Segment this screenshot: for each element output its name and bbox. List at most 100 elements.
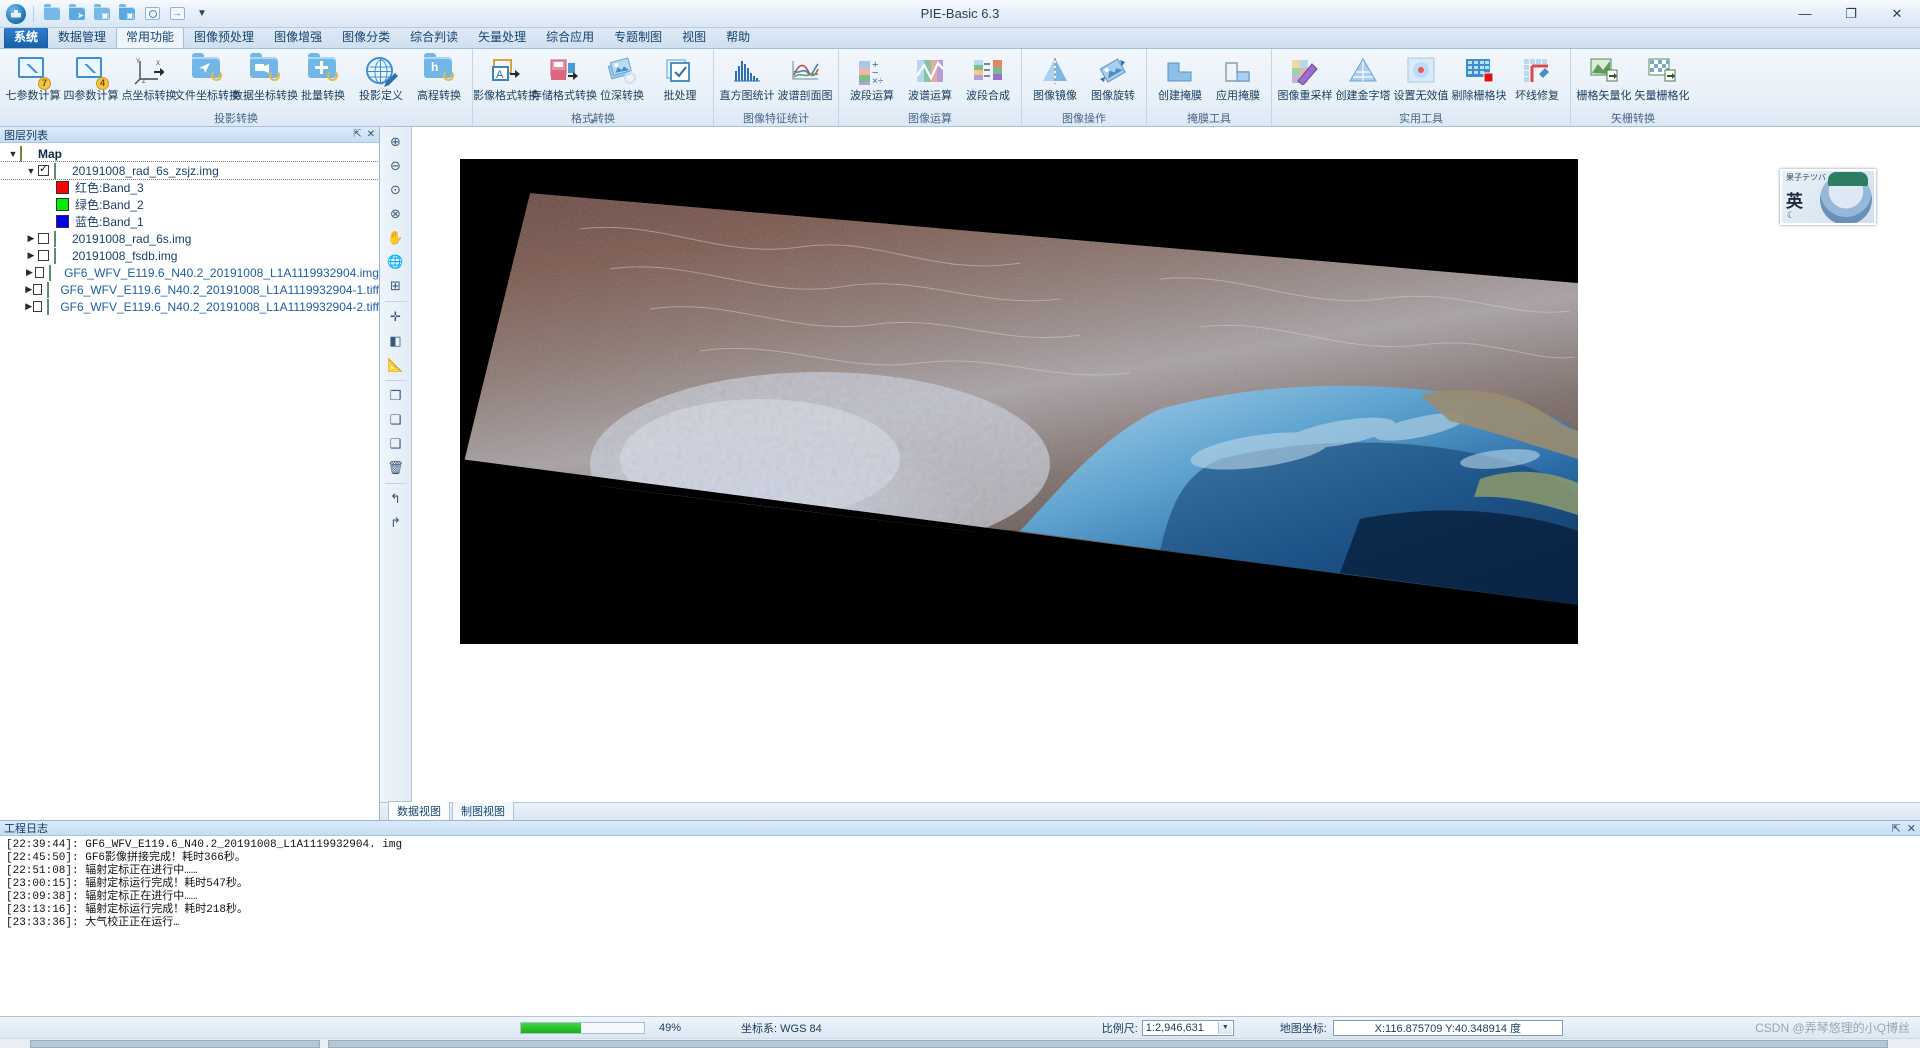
band-color-swatch[interactable]	[56, 215, 69, 228]
ribbon-tab-7[interactable]: 矢量处理	[468, 27, 536, 48]
chevron-right-icon[interactable]: ▶	[24, 301, 33, 312]
open-folder-button[interactable]: ➤	[66, 4, 88, 24]
ribbon-button-image-format[interactable]: A 影像格式转换	[473, 51, 539, 103]
ribbon-tab-2[interactable]: 常用功能	[116, 27, 185, 48]
ribbon-button-folder-arrow[interactable]: 文件坐标转换	[174, 51, 240, 103]
ribbon-button-bit-depth[interactable]: 位深转换	[593, 51, 651, 103]
layer-visibility-checkbox[interactable]	[38, 162, 49, 176]
layer-item-2[interactable]: ▶ 20191008_fsdb.img	[0, 247, 379, 264]
close-icon[interactable]: ✕	[367, 129, 375, 140]
ribbon-group-expand-icon[interactable]: ▼	[589, 117, 597, 126]
band-item-0-1[interactable]: 绿色:Band_2	[0, 196, 379, 213]
ribbon-button-spectral-math[interactable]: 波谱运算	[901, 51, 959, 103]
ribbon-tab-11[interactable]: 帮助	[716, 27, 760, 48]
ribbon-button-spectral-profile[interactable]: 波谱剖面图	[776, 51, 834, 103]
layer-visibility-checkbox[interactable]	[38, 250, 49, 261]
ribbon-button-folder-plus[interactable]: 批量转换	[294, 51, 352, 103]
map-canvas[interactable]: 果子テツバ 英 ☾	[412, 127, 1920, 802]
layer-tree-root[interactable]: ▼ Map	[0, 145, 379, 162]
view-tab-0[interactable]: 数据视图	[388, 801, 450, 820]
layer-tree[interactable]: ▼Map▼20191008_rad_6s_zsjz.img红色:Band_3绿色…	[0, 143, 379, 820]
zoom-to-layer-tool[interactable]: ⊙	[384, 179, 408, 201]
layer-view-tool[interactable]: ❏	[384, 409, 408, 431]
ribbon-tab-4[interactable]: 图像增强	[264, 27, 332, 48]
delete-tool[interactable]: 🗑	[384, 457, 408, 479]
ribbon-button-image-mirror[interactable]: 图像镜像	[1026, 51, 1084, 103]
pin-icon[interactable]: ⇱	[353, 129, 361, 140]
roam-tool[interactable]: ⊞	[384, 275, 408, 297]
ribbon-button-band-composite[interactable]: 波段合成	[959, 51, 1017, 103]
flicker-tool[interactable]: ◧	[384, 330, 408, 352]
chevron-down-icon[interactable]: ▼	[24, 166, 38, 176]
pin-icon[interactable]: ⇱	[1892, 822, 1901, 835]
clip-view-tool[interactable]: ❑	[384, 433, 408, 455]
map-canvas-container[interactable]: 果子テツバ 英 ☾	[412, 127, 1920, 802]
ribbon-button-apply-mask[interactable]: 应用掩膜	[1209, 51, 1267, 103]
ribbon-button-image-rotate[interactable]: 图像旋转	[1084, 51, 1142, 103]
ribbon-button-bad-line-repair[interactable]: 坏线修复	[1508, 51, 1566, 103]
layer-item-1[interactable]: ▶ 20191008_rad_6s.img	[0, 230, 379, 247]
ribbon-button-pyramid[interactable]: 创建金字塔	[1334, 51, 1392, 103]
zoom-in-tool[interactable]: ⊕	[384, 131, 408, 153]
band-color-swatch[interactable]	[56, 198, 69, 211]
ribbon-button-axes-transform[interactable]: Y X Z 点坐标转换	[120, 51, 178, 103]
close-button[interactable]: ✕	[1874, 0, 1920, 28]
ribbon-button-monitor-chart-4[interactable]: 4 四参数计算	[62, 51, 120, 103]
scrollbar-thumb[interactable]	[30, 1039, 320, 1048]
scale-combobox[interactable]: 1:2,946,631 ▼	[1141, 1019, 1234, 1036]
ribbon-tab-0[interactable]: 系统	[4, 27, 49, 48]
chevron-right-icon[interactable]: ▶	[24, 284, 33, 295]
ribbon-tab-10[interactable]: 视图	[672, 27, 716, 48]
ribbon-button-folder-height[interactable]: h 高程转换	[410, 51, 468, 103]
band-item-0-0[interactable]: 红色:Band_3	[0, 179, 379, 196]
ribbon-button-globe-pencil[interactable]: 投影定义	[352, 51, 410, 103]
close-icon[interactable]: ✕	[1907, 822, 1916, 835]
chevron-right-icon[interactable]: ▶	[24, 233, 38, 244]
customize-qat-button[interactable]: ▼	[191, 4, 213, 24]
ribbon-tab-3[interactable]: 图像预处理	[184, 27, 264, 48]
zoom-fit-tool[interactable]: ⊗	[384, 203, 408, 225]
undo-tool[interactable]: ↰	[384, 488, 408, 510]
scrollbar-track[interactable]	[328, 1039, 1888, 1048]
ribbon-button-remove-raster-block[interactable]: 剔除栅格块	[1450, 51, 1508, 103]
ribbon-button-batch-check[interactable]: 批处理	[651, 51, 709, 103]
pan-tool[interactable]: ✋	[384, 227, 408, 249]
save-as-folder-button[interactable]: ▣	[116, 4, 138, 24]
layer-item-5[interactable]: ▶ GF6_WFV_E119.6_N40.2_20191008_L1A111993…	[0, 298, 379, 315]
measure-tool[interactable]: 📐	[384, 354, 408, 376]
chevron-down-icon[interactable]: ▼	[1217, 1021, 1232, 1034]
layer-visibility-checkbox[interactable]	[33, 301, 42, 312]
band-item-0-2[interactable]: 蓝色:Band_1	[0, 213, 379, 230]
redo-tool[interactable]: ↱	[384, 512, 408, 534]
save-folder-button[interactable]: ▣	[91, 4, 113, 24]
globe-tool[interactable]: 🌐	[384, 251, 408, 273]
chevron-down-icon[interactable]: ▼	[6, 149, 20, 159]
ribbon-button-band-math[interactable]: + − ×÷ 波段运算	[843, 51, 901, 103]
ribbon-tab-1[interactable]: 数据管理	[48, 27, 116, 48]
zoom-out-tool[interactable]: ⊖	[384, 155, 408, 177]
layer-visibility-checkbox[interactable]	[34, 267, 44, 278]
layer-item-4[interactable]: ▶ GF6_WFV_E119.6_N40.2_20191008_L1A111993…	[0, 281, 379, 298]
ribbon-button-monitor-chart-7[interactable]: 7 七参数计算	[4, 51, 62, 103]
layer-visibility-checkbox[interactable]	[33, 284, 42, 295]
ribbon-button-folder-data[interactable]: 数据坐标转换	[232, 51, 298, 103]
export-button[interactable]: →	[166, 4, 188, 24]
ribbon-button-resample[interactable]: 图像重采样	[1276, 51, 1334, 103]
ribbon-button-raster-to-vector[interactable]: 栅格矢量化	[1575, 51, 1633, 103]
new-folder-button[interactable]	[41, 4, 63, 24]
view-tab-1[interactable]: 制图视图	[452, 801, 514, 820]
layer-item-0[interactable]: ▼ 20191008_rad_6s_zsjz.img	[0, 161, 379, 180]
layer-item-3[interactable]: ▶ GF6_WFV_E119.6_N40.2_20191008_L1A111993…	[0, 264, 379, 281]
chevron-right-icon[interactable]: ▶	[24, 267, 35, 278]
ribbon-button-vector-to-raster[interactable]: 矢量栅格化	[1633, 51, 1691, 103]
ribbon-tab-9[interactable]: 专题制图	[604, 27, 672, 48]
minimize-button[interactable]: —	[1782, 0, 1828, 28]
ribbon-button-nodata[interactable]: 设置无效值	[1392, 51, 1450, 103]
bottom-scroll-strip[interactable]	[0, 1038, 1920, 1048]
search-button[interactable]	[141, 4, 163, 24]
ribbon-button-storage-format[interactable]: 存储格式转换	[531, 51, 597, 103]
ribbon-tab-5[interactable]: 图像分类	[332, 27, 400, 48]
ribbon-button-histogram[interactable]: 直方图统计	[718, 51, 776, 103]
ribbon-button-create-mask[interactable]: 创建掩膜	[1151, 51, 1209, 103]
chevron-right-icon[interactable]: ▶	[24, 250, 38, 261]
